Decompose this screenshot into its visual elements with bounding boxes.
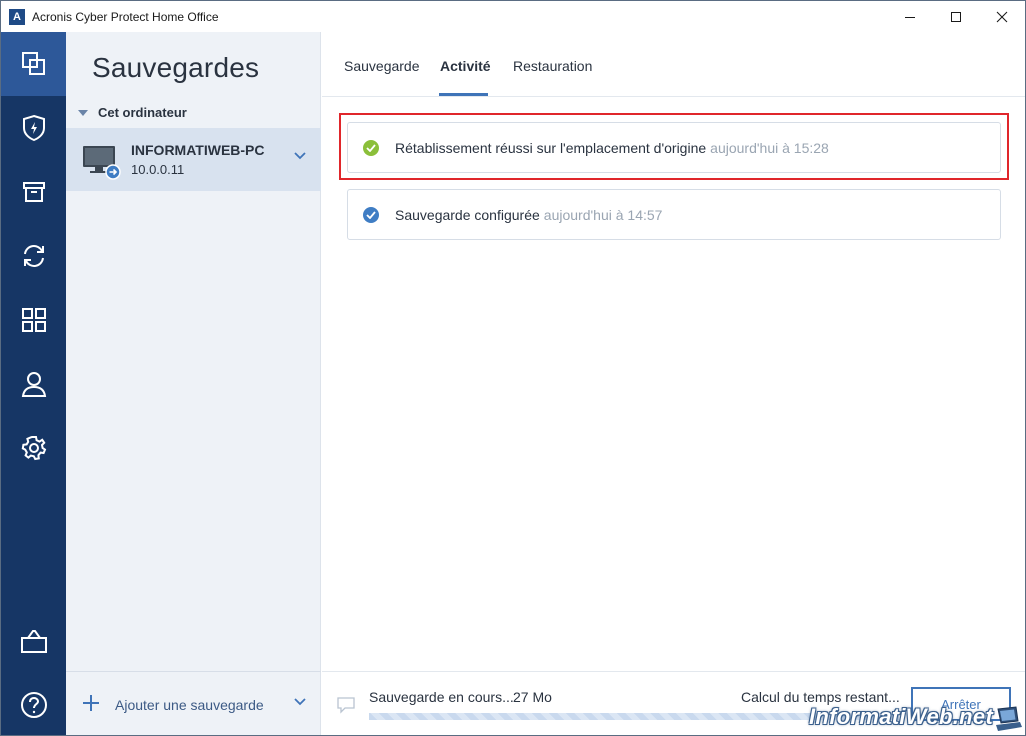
app-window: A Acronis Cyber Protect Home Office Sauv… bbox=[0, 0, 1026, 736]
laptop-icon bbox=[996, 706, 1022, 731]
maximize-button[interactable] bbox=[933, 1, 979, 32]
activity-message: Sauvegarde configurée bbox=[395, 206, 540, 223]
close-icon bbox=[996, 11, 1008, 22]
tab-sauvegarde[interactable]: Sauvegarde bbox=[344, 58, 420, 74]
tab-bar: Sauvegarde Activité Restauration bbox=[322, 32, 1025, 97]
minimize-icon bbox=[905, 16, 915, 18]
copy-icon bbox=[21, 52, 45, 75]
nav-item-store[interactable] bbox=[1, 609, 66, 673]
time-remaining: Calcul du temps restant... bbox=[741, 689, 900, 705]
nav-item-archive[interactable] bbox=[1, 160, 66, 224]
shield-bolt-icon bbox=[22, 114, 45, 142]
title-bar: A Acronis Cyber Protect Home Office bbox=[1, 1, 1025, 32]
info-check-icon bbox=[363, 206, 379, 223]
caret-down-icon bbox=[78, 109, 88, 116]
tab-activite[interactable]: Activité bbox=[440, 58, 491, 74]
user-icon bbox=[21, 372, 46, 397]
progress-label: Sauvegarde en cours... bbox=[369, 689, 514, 705]
active-tab-indicator bbox=[439, 93, 488, 96]
watermark: InformatiWeb.net bbox=[809, 704, 994, 729]
acronis-logo-icon: A bbox=[9, 8, 25, 25]
sidebar-title: Sauvegardes bbox=[92, 52, 260, 83]
chevron-down-icon[interactable] bbox=[294, 152, 306, 160]
add-backup-bar[interactable]: Ajouter une sauvegarde bbox=[66, 671, 321, 735]
activity-message: Rétablissement réussi sur l'emplacement … bbox=[395, 139, 707, 156]
machine-ip: 10.0.0.11 bbox=[131, 162, 185, 177]
success-check-icon bbox=[363, 139, 379, 156]
window-controls bbox=[887, 1, 1025, 32]
sync-arrows-icon bbox=[23, 245, 44, 267]
close-button[interactable] bbox=[979, 1, 1025, 32]
tab-restauration[interactable]: Restauration bbox=[513, 58, 592, 74]
nav-item-protection[interactable] bbox=[1, 96, 66, 160]
chevron-down-icon[interactable] bbox=[294, 698, 306, 706]
nav-item-settings[interactable] bbox=[1, 416, 66, 480]
nav-item-backups[interactable] bbox=[1, 32, 66, 96]
activity-time: aujourd'hui à 15:28 bbox=[710, 139, 829, 156]
progress-size: 27 Mo bbox=[513, 689, 552, 705]
machine-name: INFORMATIWEB-PC bbox=[131, 142, 265, 158]
add-backup-label: Ajouter une sauvegarde bbox=[115, 697, 264, 713]
archive-box-icon bbox=[22, 182, 45, 202]
nav-item-account[interactable] bbox=[1, 352, 66, 416]
window-title: Acronis Cyber Protect Home Office bbox=[32, 9, 219, 24]
maximize-icon bbox=[951, 11, 961, 22]
help-circle-icon bbox=[20, 692, 47, 718]
nav-item-sync[interactable] bbox=[1, 224, 66, 288]
nav-item-tools[interactable] bbox=[1, 288, 66, 352]
computer-monitor-icon bbox=[83, 146, 121, 180]
activity-item: Sauvegarde configurée aujourd'hui à 14:5… bbox=[347, 189, 1001, 240]
minimize-button[interactable] bbox=[887, 1, 933, 32]
group-header-this-computer[interactable]: Cet ordinateur bbox=[78, 105, 187, 120]
activity-item: Rétablissement réussi sur l'emplacement … bbox=[347, 122, 1001, 173]
nav-item-help[interactable] bbox=[1, 673, 66, 735]
plus-icon bbox=[83, 695, 99, 711]
gear-icon bbox=[21, 436, 46, 461]
backups-sidebar: Sauvegardes Cet ordinateur INFORMATIWEB-… bbox=[66, 32, 321, 735]
comment-bubble-icon[interactable] bbox=[336, 696, 356, 714]
activity-time: aujourd'hui à 14:57 bbox=[543, 206, 663, 223]
backup-item-machine[interactable]: INFORMATIWEB-PC 10.0.0.11 bbox=[66, 128, 321, 191]
grid-icon bbox=[21, 308, 46, 332]
group-label: Cet ordinateur bbox=[98, 105, 187, 120]
main-nav bbox=[1, 32, 66, 735]
main-content: Sauvegarde Activité Restauration Rétabli… bbox=[322, 32, 1025, 735]
logo-letter: A bbox=[13, 10, 21, 23]
shopping-bag-icon bbox=[20, 630, 47, 653]
